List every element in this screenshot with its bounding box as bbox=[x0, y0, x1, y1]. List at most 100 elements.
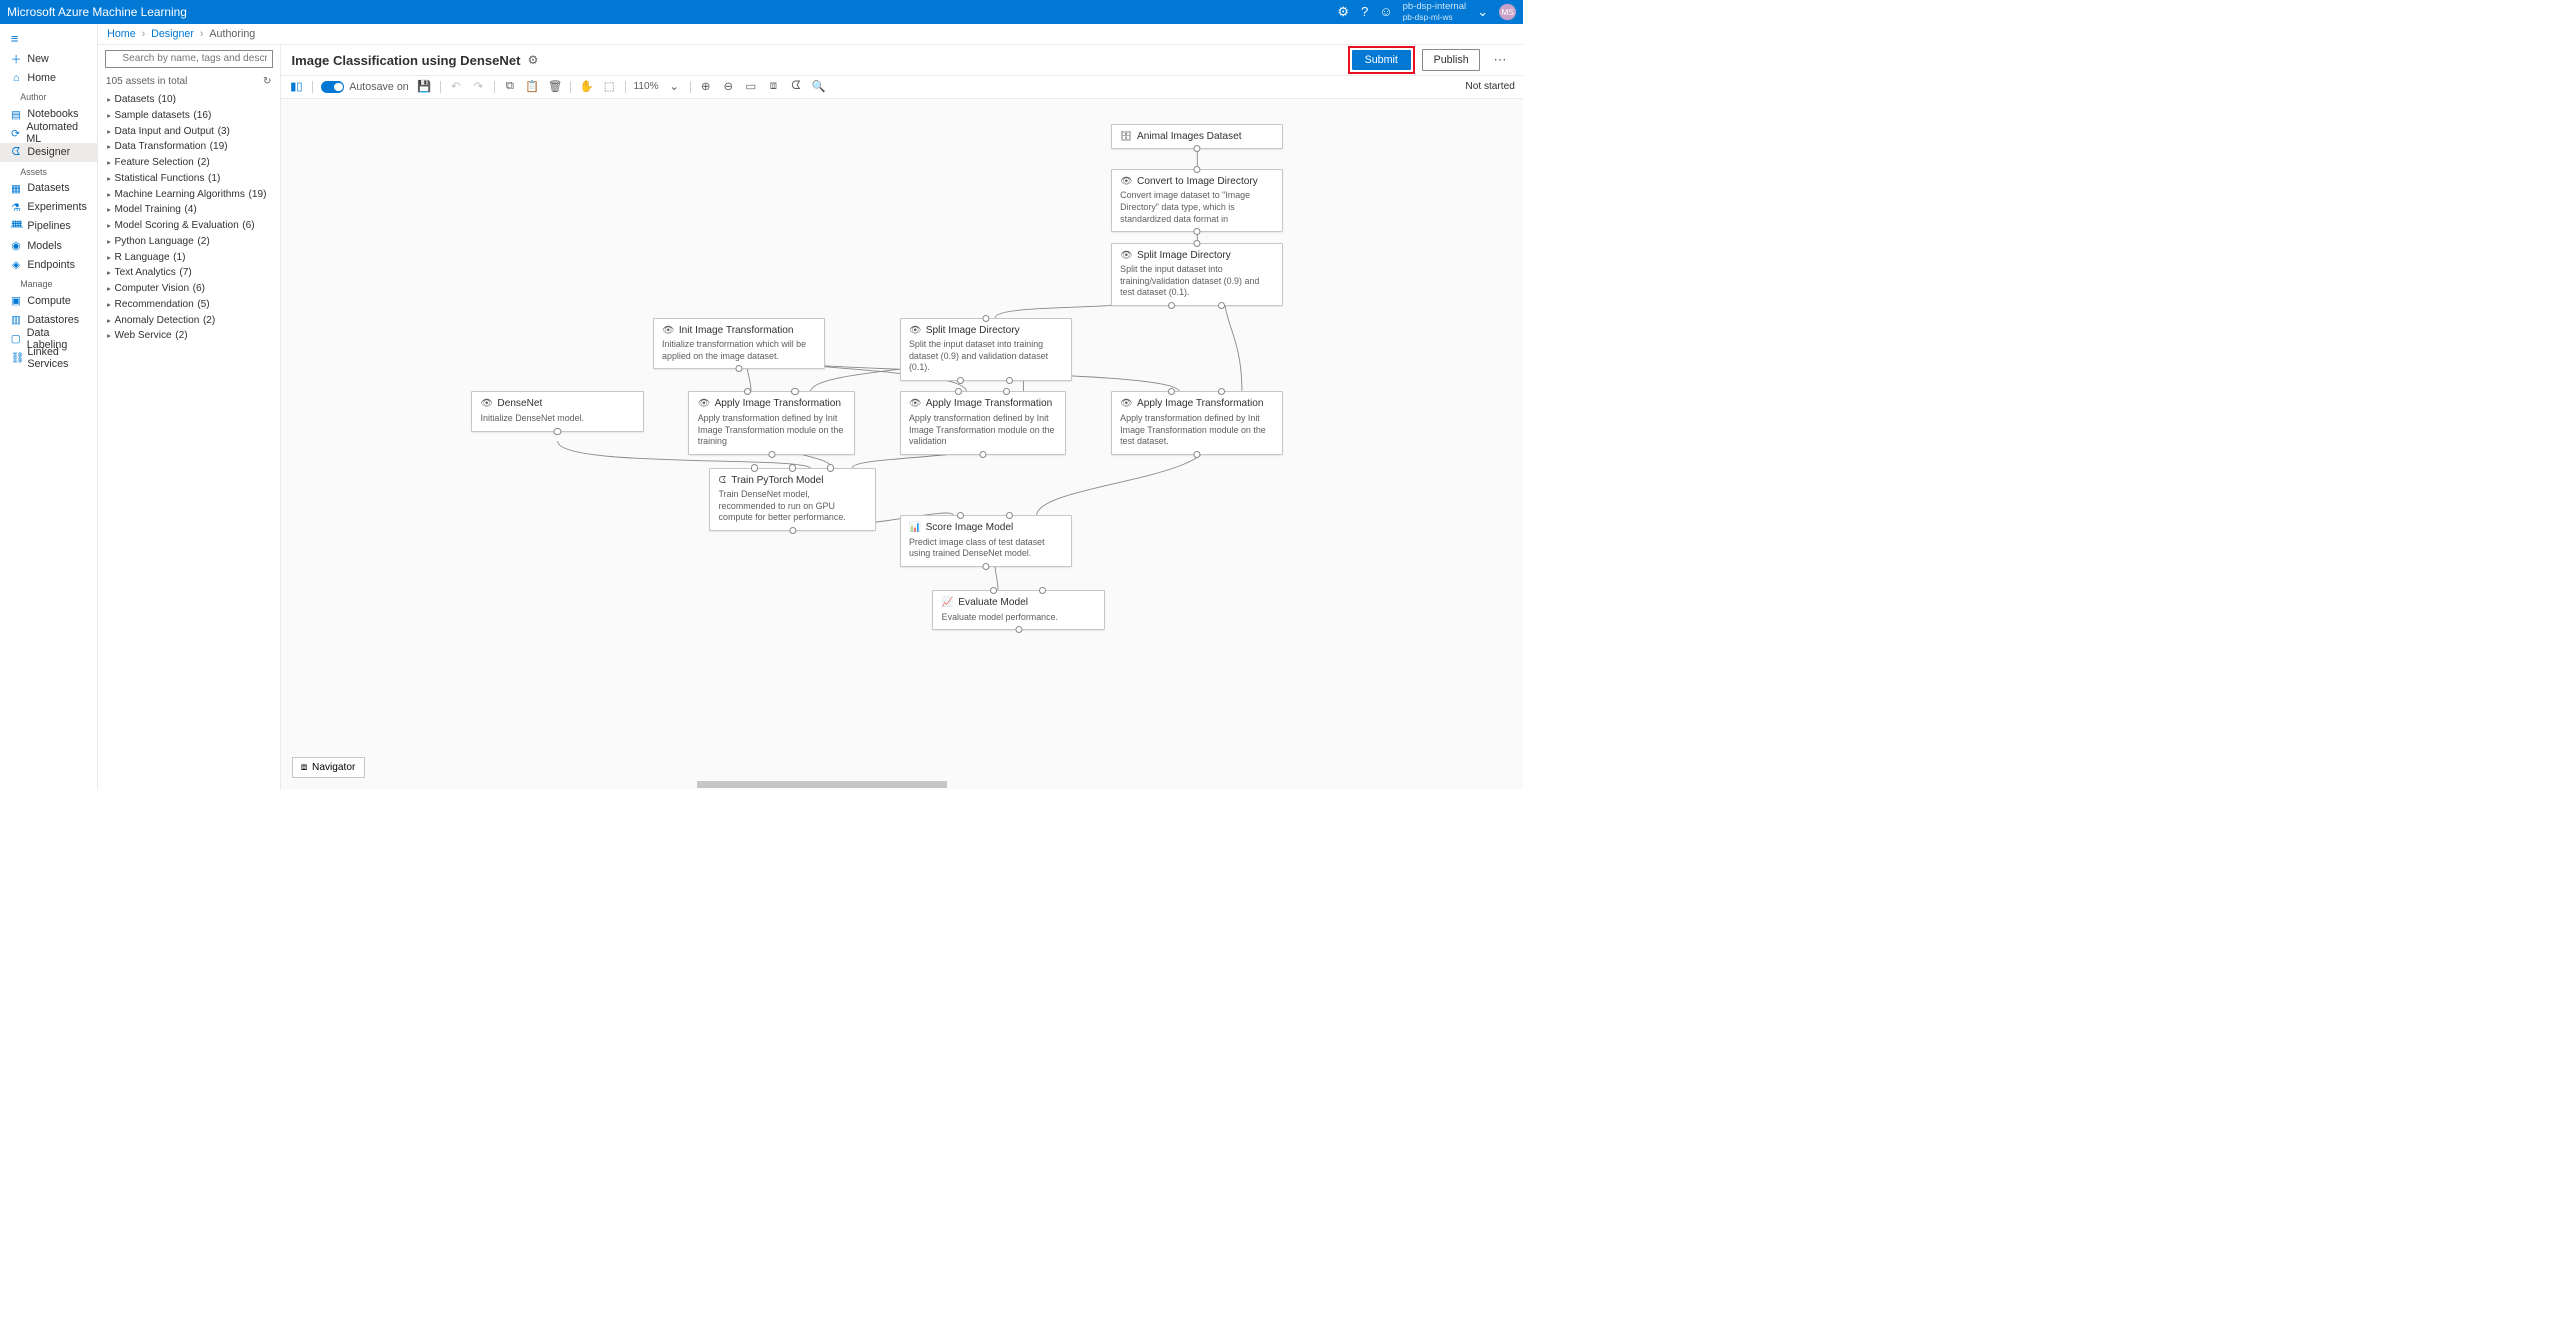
breadcrumb-designer[interactable]: Designer bbox=[151, 28, 194, 40]
breadcrumb-home[interactable]: Home bbox=[107, 28, 136, 40]
node-input-port[interactable] bbox=[827, 464, 834, 471]
submit-button[interactable]: Submit bbox=[1352, 50, 1411, 70]
node-output-port[interactable] bbox=[1006, 377, 1013, 384]
node-convert-to-image-directory[interactable]: 👁Convert to Image Directory Convert imag… bbox=[1111, 169, 1284, 232]
rail-endpoints[interactable]: ◈Endpoints bbox=[0, 255, 97, 274]
search-canvas-icon[interactable]: 🔍 bbox=[811, 80, 825, 93]
rail-linked-services[interactable]: ⛓Linked Services bbox=[0, 348, 97, 367]
asset-category[interactable]: ▸Text Analytics (7) bbox=[102, 265, 275, 281]
publish-button[interactable]: Publish bbox=[1422, 49, 1481, 71]
rail-experiments[interactable]: ⚗Experiments bbox=[0, 198, 97, 217]
node-input-port[interactable] bbox=[751, 464, 758, 471]
asset-category[interactable]: ▸Data Input and Output (3) bbox=[102, 123, 275, 139]
rail-datasets[interactable]: ▦Datasets bbox=[0, 179, 97, 198]
rail-compute[interactable]: ▣Compute bbox=[0, 291, 97, 310]
copy-icon[interactable]: ⧉ bbox=[503, 80, 517, 93]
rail-designer[interactable]: ᗧDesigner bbox=[0, 143, 97, 162]
node-output-port[interactable] bbox=[1194, 451, 1201, 458]
asset-category[interactable]: ▸Machine Learning Algorithms (19) bbox=[102, 186, 275, 202]
rail-new[interactable]: ＋New bbox=[0, 49, 97, 68]
save-icon[interactable]: 💾 bbox=[417, 80, 431, 93]
node-output-port[interactable] bbox=[1194, 228, 1201, 235]
node-input-port[interactable] bbox=[1168, 388, 1175, 395]
node-densenet[interactable]: 👁DenseNet Initialize DenseNet model. bbox=[471, 391, 644, 431]
panel-toggle-icon[interactable]: ▮▯ bbox=[289, 80, 303, 93]
feedback-icon[interactable]: ☺ bbox=[1375, 1, 1396, 22]
node-output-port[interactable] bbox=[768, 451, 775, 458]
avatar[interactable]: MS bbox=[1499, 4, 1516, 21]
chevron-down-icon[interactable]: ⌄ bbox=[667, 80, 681, 93]
asset-category[interactable]: ▸Python Language (2) bbox=[102, 234, 275, 250]
asset-category[interactable]: ▸Recommendation (5) bbox=[102, 297, 275, 313]
more-icon[interactable]: ⋯ bbox=[1488, 49, 1513, 72]
node-train-pytorch-model[interactable]: ᗧTrain PyTorch Model Train DenseNet mode… bbox=[709, 468, 876, 531]
fit-icon[interactable]: ▭ bbox=[744, 80, 758, 93]
node-input-port[interactable] bbox=[1194, 240, 1201, 247]
node-input-port[interactable] bbox=[1194, 166, 1201, 173]
node-init-image-transformation[interactable]: 👁Init Image Transformation Initialize tr… bbox=[653, 318, 826, 370]
rail-models[interactable]: ◉Models bbox=[0, 236, 97, 255]
node-input-port[interactable] bbox=[990, 587, 997, 594]
gear-icon[interactable]: ⚙ bbox=[1332, 1, 1353, 22]
asset-category[interactable]: ▸Feature Selection (2) bbox=[102, 155, 275, 171]
node-output-port[interactable] bbox=[979, 451, 986, 458]
refresh-icon[interactable]: ↻ bbox=[263, 76, 271, 87]
rail-home[interactable]: ⌂Home bbox=[0, 69, 97, 88]
node-input-port[interactable] bbox=[789, 464, 796, 471]
node-apply-image-transformation-val[interactable]: 👁Apply Image Transformation Apply transf… bbox=[900, 391, 1067, 454]
canvas-area[interactable]: 🗄Animal Images Dataset 👁Convert to Image… bbox=[281, 99, 1523, 789]
node-animal-images-dataset[interactable]: 🗄Animal Images Dataset bbox=[1111, 124, 1284, 149]
node-score-image-model[interactable]: 📊Score Image Model Predict image class o… bbox=[900, 515, 1073, 567]
paste-icon[interactable]: 📋 bbox=[525, 80, 539, 93]
asset-category[interactable]: ▸Statistical Functions (1) bbox=[102, 171, 275, 187]
asset-category[interactable]: ▸Web Service (2) bbox=[102, 328, 275, 344]
undo-icon[interactable]: ↶ bbox=[449, 80, 463, 93]
chevron-down-icon[interactable]: ⌄ bbox=[1472, 1, 1493, 22]
rail-pipelines[interactable]: ᚙPipelines bbox=[0, 217, 97, 236]
minimap-icon[interactable]: ᗧ bbox=[789, 80, 803, 93]
actual-size-icon[interactable]: ⧈ bbox=[766, 80, 780, 93]
node-output-port[interactable] bbox=[957, 377, 964, 384]
asset-category[interactable]: ▸Data Transformation (19) bbox=[102, 139, 275, 155]
node-input-port[interactable] bbox=[955, 388, 962, 395]
delete-icon[interactable]: 🗑 bbox=[548, 80, 562, 93]
node-input-port[interactable] bbox=[1003, 388, 1010, 395]
node-input-port[interactable] bbox=[1039, 587, 1046, 594]
node-input-port[interactable] bbox=[957, 512, 964, 519]
node-apply-image-transformation-train[interactable]: 👁Apply Image Transformation Apply transf… bbox=[688, 391, 855, 454]
node-evaluate-model[interactable]: 📈Evaluate Model Evaluate model performan… bbox=[932, 590, 1105, 630]
zoom-in-icon[interactable]: ⊕ bbox=[698, 80, 712, 93]
asset-category[interactable]: ▸Sample datasets (16) bbox=[102, 108, 275, 124]
node-output-port[interactable] bbox=[789, 527, 796, 534]
node-output-port[interactable] bbox=[735, 365, 742, 372]
asset-search-input[interactable] bbox=[105, 50, 273, 68]
redo-icon[interactable]: ↷ bbox=[471, 80, 485, 93]
zoom-out-icon[interactable]: ⊖ bbox=[721, 80, 735, 93]
node-output-port[interactable] bbox=[1168, 302, 1175, 309]
horizontal-scrollbar[interactable] bbox=[281, 781, 1523, 789]
node-input-port[interactable] bbox=[1006, 512, 1013, 519]
asset-category[interactable]: ▸R Language (1) bbox=[102, 249, 275, 265]
node-input-port[interactable] bbox=[744, 388, 751, 395]
asset-category[interactable]: ▸Anomaly Detection (2) bbox=[102, 312, 275, 328]
node-output-port[interactable] bbox=[1015, 626, 1022, 633]
pan-icon[interactable]: ✋ bbox=[579, 80, 593, 93]
node-input-port[interactable] bbox=[982, 315, 989, 322]
help-icon[interactable]: ? bbox=[1354, 1, 1375, 22]
navigator-button[interactable]: ⧈ Navigator bbox=[292, 757, 365, 778]
asset-category[interactable]: ▸Datasets (10) bbox=[102, 92, 275, 108]
hamburger-icon[interactable]: ≡ bbox=[0, 27, 97, 49]
node-output-port[interactable] bbox=[554, 428, 561, 435]
zoom-level[interactable]: 110% bbox=[634, 81, 659, 92]
node-output-port[interactable] bbox=[982, 563, 989, 570]
node-input-port[interactable] bbox=[1218, 388, 1225, 395]
node-output-port[interactable] bbox=[1194, 145, 1201, 152]
autosave-toggle[interactable] bbox=[321, 81, 345, 93]
asset-category[interactable]: ▸Model Scoring & Evaluation (6) bbox=[102, 218, 275, 234]
node-split-image-directory-1[interactable]: 👁Split Image Directory Split the input d… bbox=[1111, 243, 1284, 306]
asset-category[interactable]: ▸Model Training (4) bbox=[102, 202, 275, 218]
select-icon[interactable]: ⬚ bbox=[602, 80, 616, 93]
node-split-image-directory-2[interactable]: 👁Split Image Directory Split the input d… bbox=[900, 318, 1073, 381]
pipeline-settings-icon[interactable]: ⚙ bbox=[528, 53, 539, 67]
asset-category[interactable]: ▸Computer Vision (6) bbox=[102, 281, 275, 297]
